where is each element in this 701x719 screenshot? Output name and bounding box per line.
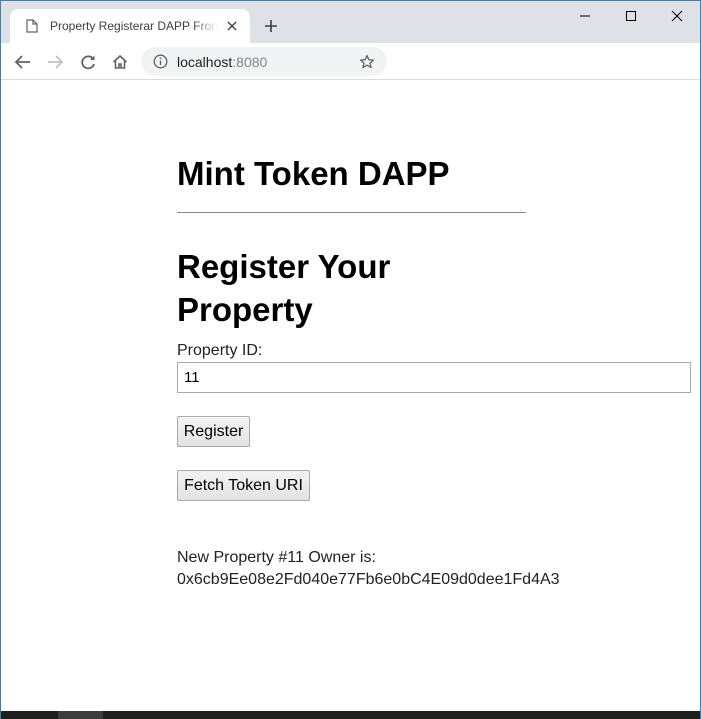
property-id-input[interactable] — [177, 362, 691, 393]
taskbar-item[interactable] — [58, 711, 103, 719]
minimize-icon[interactable] — [562, 1, 608, 31]
arrow-right-icon[interactable] — [46, 53, 64, 71]
window-controls — [562, 1, 700, 31]
taskbar — [1, 711, 700, 719]
close-window-icon[interactable] — [654, 1, 700, 31]
document-icon — [24, 18, 40, 34]
url-port: :8080 — [232, 53, 268, 70]
close-icon[interactable] — [224, 18, 240, 34]
address-bar[interactable]: localhost:8080 — [141, 47, 387, 76]
register-button[interactable]: Register — [177, 416, 250, 447]
tab-strip: Property Registerar DAPP Front End — [1, 1, 700, 43]
star-icon[interactable] — [359, 54, 375, 70]
url-text: localhost:8080 — [177, 54, 359, 70]
browser-toolbar: localhost:8080 — [1, 43, 700, 80]
fetch-token-uri-button[interactable]: Fetch Token URI — [177, 470, 310, 501]
browser-window: Property Registerar DAPP Front End — [0, 0, 701, 719]
maximize-icon[interactable] — [608, 1, 654, 31]
home-icon[interactable] — [111, 53, 129, 71]
result-line-address: 0x6cb9Ee08e2Fd040e77Fb6e0bC4E09d0dee1Fd4… — [177, 571, 560, 588]
tab-title: Property Registerar DAPP Front End — [50, 19, 218, 33]
reload-icon[interactable] — [79, 53, 97, 71]
url-host: localhost — [177, 53, 233, 70]
result-line-owner: New Property #11 Owner is: — [177, 549, 376, 566]
browser-tab[interactable]: Property Registerar DAPP Front End — [10, 9, 250, 43]
result-message: New Property #11 Owner is: 0x6cb9Ee08e2F… — [177, 547, 560, 591]
info-icon[interactable] — [153, 54, 168, 69]
app-title: Mint Token DAPP — [177, 155, 450, 192]
plus-icon[interactable] — [263, 18, 279, 34]
divider — [177, 212, 526, 213]
arrow-left-icon[interactable] — [14, 53, 32, 71]
section-title: Register Your Property — [177, 248, 391, 328]
property-id-label: Property ID: — [177, 342, 263, 359]
